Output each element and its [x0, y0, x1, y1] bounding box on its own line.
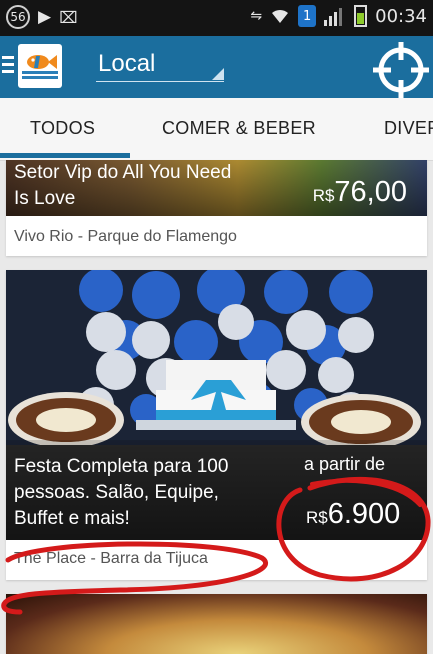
deal-venue: The Place - Barra da Tijuca	[14, 550, 208, 567]
wifi-icon	[272, 9, 289, 23]
deal-title: Setor Vip do All You Need Is Love	[14, 160, 231, 212]
category-tabs: TODOS COMER & BEBER DIVER	[0, 98, 433, 161]
tab-selected-indicator	[0, 153, 130, 158]
deal-venue: Vivo Rio - Parque do Flamengo	[14, 228, 237, 245]
deal-title-line: Setor Vip do All You Need	[14, 162, 232, 183]
fish-icon	[22, 55, 58, 79]
deal-price: R$76,00	[313, 176, 407, 209]
battery-icon	[354, 5, 368, 27]
deal-title-line: pessoas. Salão, Equipe,	[14, 482, 219, 503]
sim-icon: 1	[298, 5, 317, 27]
status-bar: 56 ▶ ⌧ ⇋ 1 00:34	[0, 0, 433, 36]
app-bar: Local	[0, 36, 433, 98]
tab-todos[interactable]: TODOS	[30, 118, 95, 139]
locate-crosshair-icon[interactable]	[371, 40, 431, 100]
price-currency: R$	[306, 508, 328, 527]
signal-icon	[324, 8, 343, 26]
deal-price: R$6.900	[306, 498, 400, 531]
sim-number: 1	[302, 8, 312, 24]
deal-image	[6, 594, 427, 654]
menu-icon[interactable]	[2, 56, 14, 77]
deal-title-line: Buffet e mais!	[14, 508, 130, 529]
deal-card[interactable]: Festa Completa para 100 pessoas. Salão, …	[6, 270, 427, 580]
price-value: 6.900	[327, 498, 401, 530]
tab-diversao[interactable]: DIVER	[384, 118, 433, 139]
deal-card[interactable]	[6, 594, 427, 654]
app-logo[interactable]	[18, 44, 62, 88]
deal-title: Festa Completa para 100 pessoas. Salão, …	[14, 454, 228, 532]
play-icon: ▶	[38, 7, 52, 27]
deal-title-line: Festa Completa para 100	[14, 456, 229, 477]
price-currency: R$	[312, 186, 335, 205]
tab-comer-beber[interactable]: COMER & BEBER	[162, 118, 316, 139]
spinner-caret-icon[interactable]	[212, 68, 224, 80]
price-prefix: a partir de	[304, 454, 386, 474]
vibrate-icon: ⇋	[250, 8, 263, 24]
notification-count: 56	[10, 10, 26, 24]
clock: 00:34	[375, 5, 427, 27]
notification-count-icon: 56	[6, 5, 30, 29]
price-value: 76,00	[334, 176, 407, 208]
deal-image: Setor Vip do All You Need Is Love R$76,0…	[6, 160, 427, 216]
location-spinner[interactable]: Local	[98, 50, 155, 78]
deal-image: Festa Completa para 100 pessoas. Salão, …	[6, 270, 427, 540]
spinner-underline	[96, 81, 224, 82]
deal-title-line: Is Love	[14, 188, 76, 209]
deal-card[interactable]: Setor Vip do All You Need Is Love R$76,0…	[6, 160, 427, 256]
voicemail-icon: ⌧	[59, 7, 78, 27]
